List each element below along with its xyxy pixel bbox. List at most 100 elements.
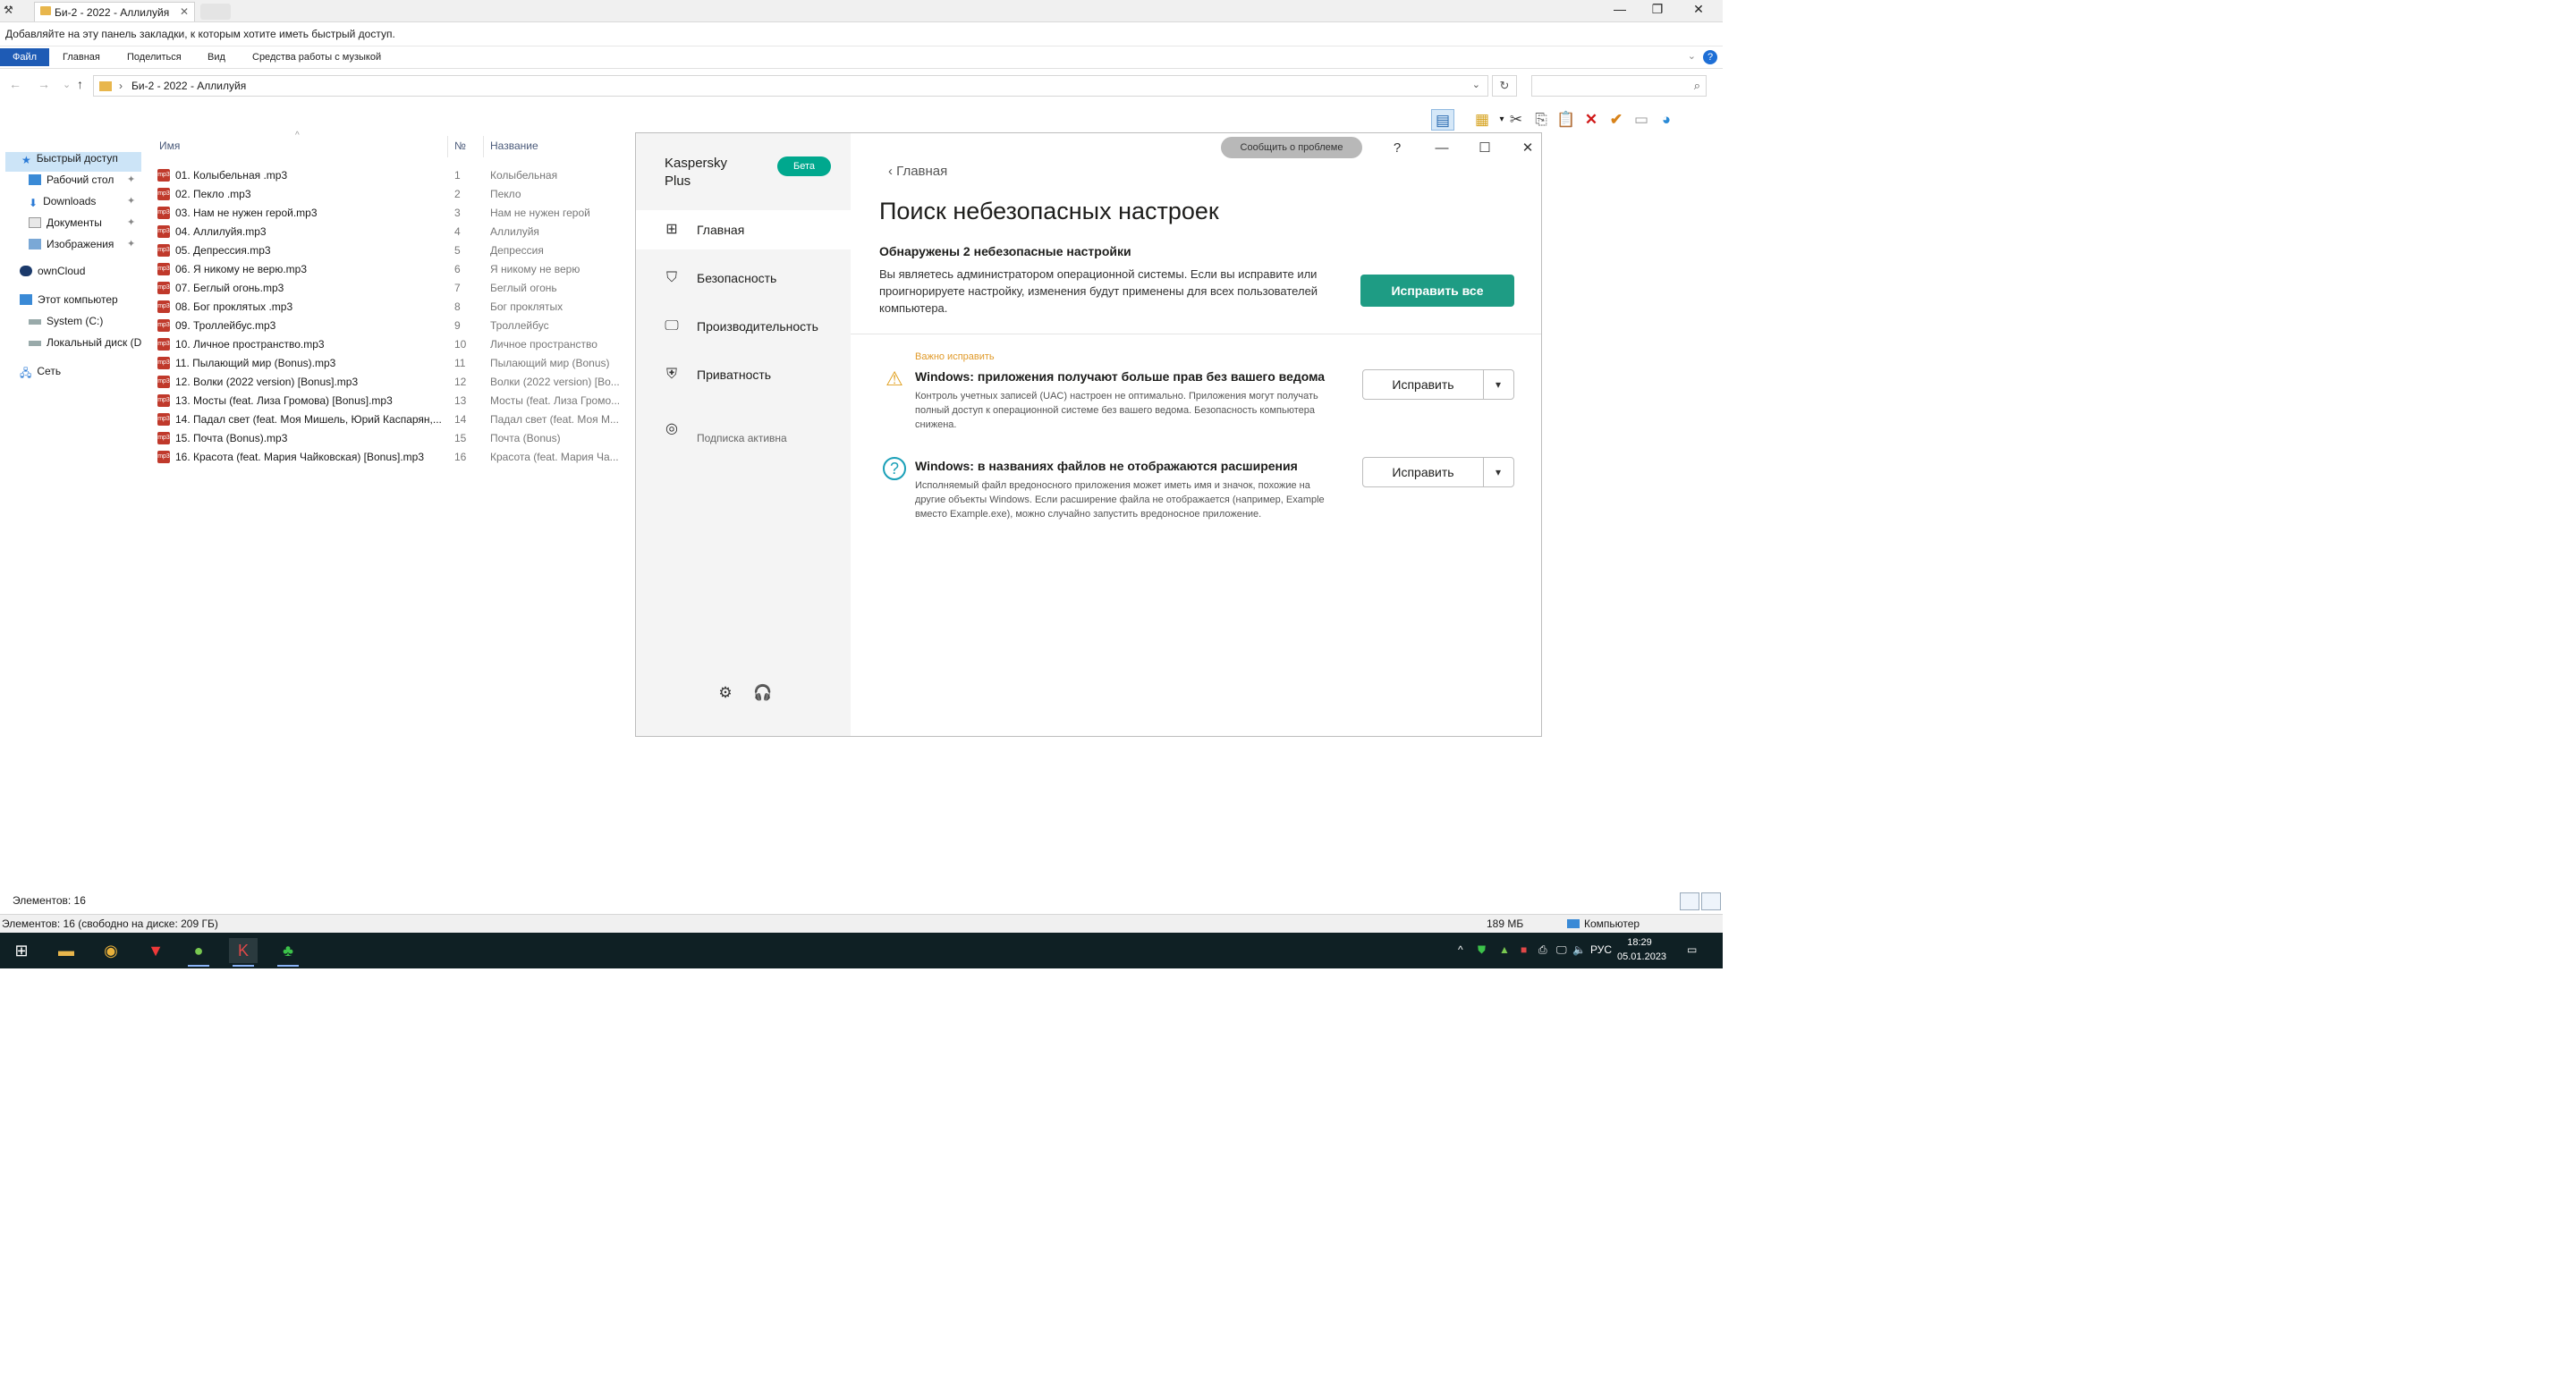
close-window-button[interactable]: ✕ [1678,2,1719,17]
settings-gear-icon[interactable]: ⚙ [715,684,736,706]
file-row[interactable]: mp3 14. Падал свет (feat. Моя Мишель, Юри… [157,410,623,429]
refresh-button[interactable]: ↻ [1492,75,1517,97]
file-row[interactable]: mp3 12. Волки (2022 version) [Bonus].mp3 1… [157,373,623,392]
file-row[interactable]: mp3 10. Личное пространство.mp3 10 Личное п… [157,335,623,354]
new-tab-button[interactable] [200,4,231,20]
nav-desktop[interactable]: Рабочий стол ✦ [29,173,143,193]
tray-utorrent-icon[interactable]: ▲ [1499,943,1510,956]
chevron-down-icon[interactable]: ▾ [1483,370,1513,399]
help-icon[interactable]: ? [1382,137,1412,160]
preview-pane-icon[interactable]: ▤ [1431,109,1454,131]
file-explorer-icon[interactable]: ▬ [52,938,80,963]
tray-printer-icon[interactable]: ⎙ [1538,943,1547,957]
cut-icon[interactable]: ✂ [1504,109,1528,131]
tray-network-icon[interactable]: 🖵 [1556,943,1567,957]
minimize-button[interactable]: — [1599,2,1640,16]
explorer-tab[interactable]: Би-2 - 2022 - Аллилуйя ✕ [34,2,195,21]
report-problem-button[interactable]: Сообщить о проблеме [1221,137,1362,158]
chrome-icon[interactable]: ◉ [97,938,125,963]
tray-kaspersky-icon[interactable]: ⛊ [1478,943,1486,957]
file-row[interactable]: mp3 01. Колыбельная .mp3 1 Колыбельная [157,166,623,185]
file-row[interactable]: mp3 03. Нам не нужен герой.mp3 3 Нам не нуж… [157,204,623,223]
subscription-status[interactable]: Подписка активна [697,432,787,444]
file-row[interactable]: mp3 04. Аллилуйя.mp3 4 Аллилуйя [157,223,623,241]
rename-icon[interactable]: ▭ [1630,109,1653,131]
file-row[interactable]: mp3 09. Троллейбус.mp3 9 Троллейбус [157,317,623,335]
tiles-view-icon[interactable] [1701,892,1721,910]
pin-icon[interactable]: ✦ [127,238,135,249]
clover-icon[interactable]: ♣ [274,938,302,967]
file-row[interactable]: mp3 06. Я никому не верю.mp3 6 Я никому не … [157,260,623,279]
nav-system-c[interactable]: System (C:) [29,315,143,334]
tray-expand-icon[interactable]: ^ [1458,943,1463,956]
column-header-name[interactable]: Имя [159,140,180,152]
kav-nav-privacy[interactable]: ⛨ Приватность [636,355,851,394]
column-header-number[interactable]: № [454,140,466,152]
tray-clock[interactable]: 18:29 05.01.2023 [1617,935,1666,964]
column-divider[interactable] [483,136,484,157]
kaspersky-icon[interactable]: K [229,938,258,967]
ribbon-tab-music-tools[interactable]: Средства работы с музыкой [245,50,388,64]
nav-pictures[interactable]: Изображения ✦ [29,238,143,258]
notifications-icon[interactable]: ▭ [1687,943,1697,956]
tray-app-icon[interactable]: ■ [1521,943,1527,956]
ribbon-tab-share[interactable]: Поделиться [120,50,189,64]
wrench-menu-icon[interactable]: ⚒ [4,4,13,16]
tray-language[interactable]: РУС [1590,943,1612,956]
address-path[interactable]: Би-2 - 2022 - Аллилуйя [131,80,246,92]
column-divider[interactable] [447,136,448,157]
nav-network[interactable]: 🖧 Сеть [20,365,143,385]
tray-volume-icon[interactable]: 🔈 [1572,943,1586,956]
utorrent-icon[interactable]: ● [184,938,213,967]
fix-all-button[interactable]: Исправить все [1360,275,1514,307]
file-row[interactable]: mp3 15. Почта (Bonus).mp3 15 Почта (Bonus) [157,429,623,448]
file-row[interactable]: mp3 16. Красота (feat. Мария Чайковская) … [157,448,623,467]
paste-icon[interactable]: 📋 [1555,109,1578,131]
search-input[interactable]: ⌕ [1531,75,1707,97]
file-row[interactable]: mp3 13. Мосты (feat. Лиза Громова) [Bonus… [157,392,623,410]
address-field[interactable]: › Би-2 - 2022 - Аллилуйя ⌄ [93,75,1488,97]
file-row[interactable]: mp3 02. Пекло .mp3 2 Пекло [157,185,623,204]
chevron-down-icon[interactable]: ▾ [1483,458,1513,486]
maximize-button[interactable]: ☐ [1470,137,1500,160]
file-row[interactable]: mp3 11. Пылающий мир (Bonus).mp3 11 Пылающи… [157,354,623,373]
nav-downloads[interactable]: ⬇ Downloads ✦ [29,195,143,215]
file-row[interactable]: mp3 08. Бог проклятых .mp3 8 Бог проклятых [157,298,623,317]
tab-close-icon[interactable]: ✕ [180,5,189,18]
ribbon-tab-home[interactable]: Главная [55,50,107,64]
up-arrow-icon[interactable]: ↑ [77,77,83,91]
pin-icon[interactable]: ✦ [127,216,135,228]
nav-quick-access[interactable]: ★ Быстрый доступ [5,152,141,172]
delete-icon[interactable]: ✕ [1580,109,1603,131]
pin-icon[interactable]: ✦ [127,173,135,185]
minimize-button[interactable]: — [1427,137,1457,160]
vivaldi-icon[interactable]: ▼ [141,938,170,963]
ribbon-tab-view[interactable]: Вид [200,50,233,64]
support-headset-icon[interactable]: 🎧 [752,684,774,706]
copy-icon[interactable]: ⎘ [1530,109,1553,131]
nav-documents[interactable]: Документы ✦ [29,216,143,236]
nav-local-disk-d[interactable]: Локальный диск (D [29,336,143,356]
nav-owncloud[interactable]: ownCloud [20,265,143,284]
fix-button[interactable]: Исправить [1363,458,1484,486]
forward-arrow-icon[interactable]: → [38,77,50,91]
file-row[interactable]: mp3 05. Депрессия.mp3 5 Депрессия [157,241,623,260]
globe-icon[interactable]: ◕ [1655,109,1678,131]
ribbon-tab-file[interactable]: Файл [0,48,50,66]
back-link[interactable]: ‹ Главная [888,164,947,179]
file-row[interactable]: mp3 07. Беглый огонь.mp3 7 Беглый огонь [157,279,623,298]
details-view-icon[interactable] [1680,892,1699,910]
windows-start-icon[interactable]: ⊞ [7,938,36,963]
pin-icon[interactable]: ✦ [127,195,135,207]
column-header-title[interactable]: Название [490,140,538,152]
back-arrow-icon[interactable]: ← [9,77,21,91]
breadcrumb-separator-icon[interactable]: › [119,80,123,92]
kav-nav-performance[interactable]: 🖵 Производительность [636,307,851,346]
profile-icon[interactable]: ◎ [663,419,681,437]
close-button[interactable]: ✕ [1513,137,1543,160]
kav-nav-security[interactable]: ⛉ Безопасность [636,258,851,298]
address-dropdown-icon[interactable]: ⌄ [1472,79,1480,90]
nav-this-pc[interactable]: Этот компьютер [20,293,143,313]
help-icon[interactable]: ? [1703,50,1717,64]
history-dropdown-icon[interactable]: ⌄ [63,79,71,90]
